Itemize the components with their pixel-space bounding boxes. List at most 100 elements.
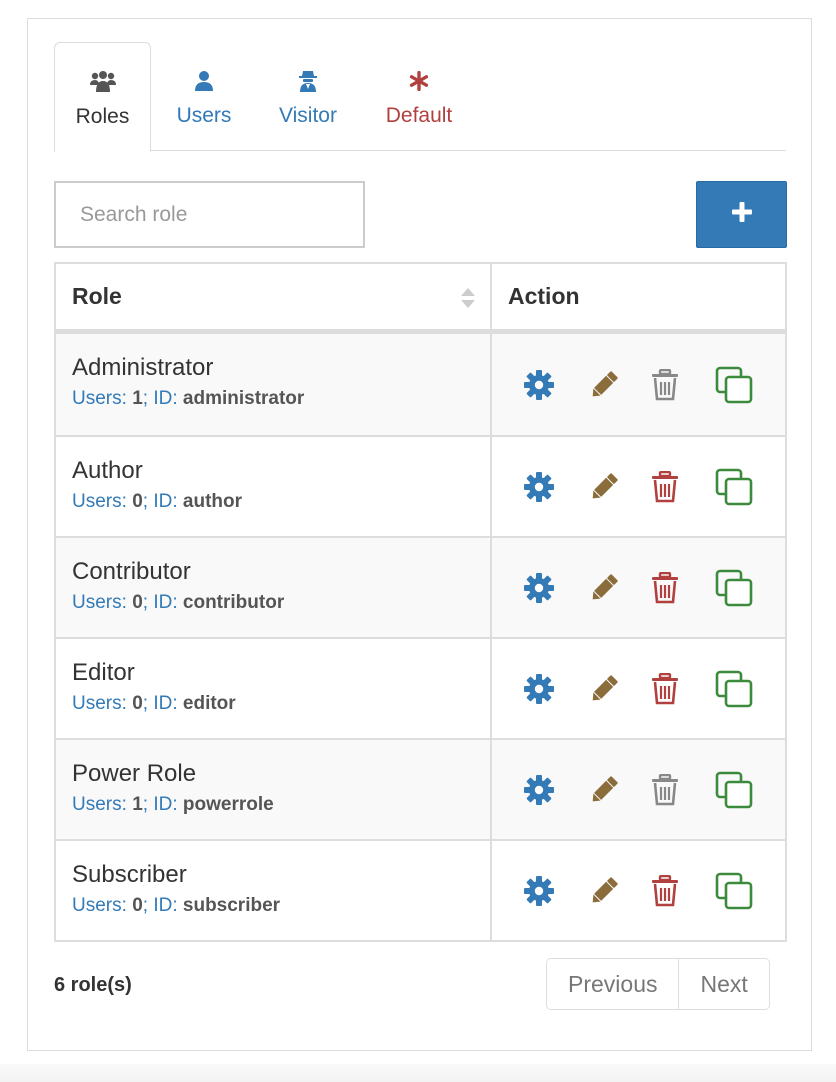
previous-button[interactable]: Previous — [547, 959, 679, 1009]
action-column-header: Action — [492, 264, 785, 329]
pencil-icon[interactable] — [587, 871, 651, 911]
role-cell: Author Users: 0; ID: author — [56, 437, 492, 536]
clone-icon[interactable] — [715, 467, 779, 507]
users-count: 0 — [132, 592, 143, 613]
action-cell — [492, 334, 785, 435]
gear-icon[interactable] — [523, 770, 587, 810]
gear-icon[interactable] — [523, 467, 587, 507]
gear-icon[interactable] — [523, 669, 587, 709]
tab-label: Users — [176, 104, 232, 127]
role-manager-panel: Roles Users Visitor Default Search role … — [27, 18, 812, 1051]
clone-icon[interactable] — [715, 871, 779, 911]
role-meta: Users: 1; ID: powerrole — [72, 794, 490, 816]
table-row: Contributor Users: 0; ID: contributor — [56, 536, 785, 637]
role-id: powerrole — [182, 794, 274, 815]
tab-roles[interactable]: Roles — [54, 42, 151, 152]
id-label: ID: — [153, 491, 178, 512]
role-name: Subscriber — [72, 861, 187, 888]
plus-icon — [731, 201, 753, 228]
role-id: subscriber — [182, 895, 281, 916]
users-label: Users: — [72, 592, 127, 613]
separator: ; — [142, 794, 154, 815]
page-bottom-edge — [0, 1064, 836, 1082]
gear-icon[interactable] — [523, 568, 587, 608]
role-meta: Users: 0; ID: contributor — [72, 592, 490, 614]
role-id: contributor — [182, 592, 285, 613]
column-label: Action — [508, 283, 580, 309]
trash-icon[interactable] — [651, 568, 715, 608]
separator: ; — [142, 592, 154, 613]
role-cell: Administrator Users: 1; ID: administrato… — [56, 334, 492, 435]
users-count: 0 — [132, 693, 143, 714]
role-meta: Users: 0; ID: author — [72, 491, 490, 513]
role-column-header[interactable]: Role — [56, 264, 492, 329]
role-id: administrator — [182, 388, 305, 409]
role-name: Contributor — [72, 558, 191, 585]
users-label: Users: — [72, 895, 127, 916]
users-count: 0 — [132, 491, 143, 512]
table-row: Administrator Users: 1; ID: administrato… — [56, 334, 785, 435]
tab-visitor[interactable]: Visitor — [266, 42, 350, 151]
table-row: Editor Users: 0; ID: editor — [56, 637, 785, 738]
tab-label: Default — [385, 104, 453, 127]
trash-icon — [651, 770, 715, 810]
tab-label: Visitor — [279, 104, 337, 127]
action-cell — [492, 841, 785, 940]
tab-label: Roles — [75, 105, 130, 128]
roles-table: Role Action Administrator Users: 1; ID: … — [54, 262, 787, 942]
separator: ; — [142, 693, 154, 714]
users-count: 1 — [132, 388, 143, 409]
pencil-icon[interactable] — [587, 568, 651, 608]
role-cell: Subscriber Users: 0; ID: subscriber — [56, 841, 492, 940]
action-cell — [492, 740, 785, 839]
id-label: ID: — [153, 895, 178, 916]
user-secret-icon — [298, 64, 318, 98]
clone-icon[interactable] — [715, 770, 779, 810]
trash-icon[interactable] — [651, 669, 715, 709]
pencil-icon[interactable] — [587, 770, 651, 810]
users-count: 0 — [132, 895, 143, 916]
role-name: Author — [72, 457, 143, 484]
trash-icon[interactable] — [651, 467, 715, 507]
pencil-icon[interactable] — [587, 669, 651, 709]
table-body: Administrator Users: 1; ID: administrato… — [56, 334, 785, 940]
id-label: ID: — [153, 794, 178, 815]
role-cell: Contributor Users: 0; ID: contributor — [56, 538, 492, 637]
role-meta: Users: 1; ID: administrator — [72, 388, 490, 410]
id-label: ID: — [153, 592, 178, 613]
role-meta: Users: 0; ID: subscriber — [72, 895, 490, 917]
role-name: Power Role — [72, 760, 197, 787]
users-label: Users: — [72, 693, 127, 714]
user-icon — [194, 64, 214, 98]
tab-bar: Roles Users Visitor Default — [54, 42, 786, 152]
trash-icon — [651, 365, 715, 405]
search-role-input[interactable] — [54, 181, 365, 248]
id-label: ID: — [153, 388, 178, 409]
gear-icon[interactable] — [523, 365, 587, 405]
next-button[interactable]: Next — [678, 959, 769, 1009]
tab-default[interactable]: Default — [377, 42, 461, 151]
role-count: 6 role(s) — [54, 974, 132, 996]
clone-icon[interactable] — [715, 669, 779, 709]
role-name: Editor — [72, 659, 135, 686]
column-label: Role — [72, 283, 122, 309]
gear-icon[interactable] — [523, 871, 587, 911]
table-row: Power Role Users: 1; ID: powerrole — [56, 738, 785, 839]
table-row: Author Users: 0; ID: author — [56, 435, 785, 536]
action-cell — [492, 538, 785, 637]
clone-icon[interactable] — [715, 568, 779, 608]
tab-users[interactable]: Users — [162, 42, 246, 151]
pencil-icon[interactable] — [587, 467, 651, 507]
users-count: 1 — [132, 794, 143, 815]
clone-icon[interactable] — [715, 365, 779, 405]
trash-icon[interactable] — [651, 871, 715, 911]
pencil-icon[interactable] — [587, 365, 651, 405]
table-header: Role Action — [56, 264, 785, 334]
separator: ; — [142, 388, 154, 409]
add-role-button[interactable] — [696, 181, 787, 248]
action-cell — [492, 639, 785, 738]
action-cell — [492, 437, 785, 536]
id-label: ID: — [153, 693, 178, 714]
users-label: Users: — [72, 491, 127, 512]
role-cell: Editor Users: 0; ID: editor — [56, 639, 492, 738]
